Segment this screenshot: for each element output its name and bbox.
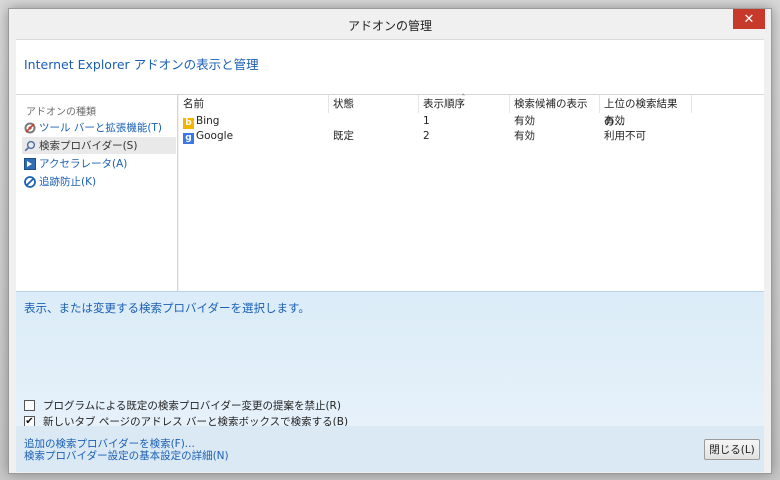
accelerator-icon xyxy=(24,157,36,170)
sidebar-item-label: 追跡防止(K) xyxy=(39,176,97,188)
toolbar-extensions-icon xyxy=(24,122,36,134)
search-icon xyxy=(24,140,36,152)
column-header-order[interactable]: 表示順序 ˆ xyxy=(419,94,510,113)
checkbox-block-suggestions[interactable]: プログラムによる既定の検索プロバイダー変更の提案を禁止(R) xyxy=(24,398,341,413)
sidebar-item-label: アクセラレータ(A) xyxy=(39,158,128,170)
cell-suggestions: 有効 xyxy=(514,115,535,127)
provider-settings-link[interactable]: 検索プロバイダー設定の基本設定の詳細(N) xyxy=(24,448,229,463)
window-title: アドオンの管理 xyxy=(347,19,432,33)
google-icon: g xyxy=(183,133,194,144)
footer: 追加の検索プロバイダーを検索(F)... 検索プロバイダー設定の基本設定の詳細(… xyxy=(16,426,764,472)
column-header-status[interactable]: 状態 xyxy=(329,95,419,113)
cell-name: g Google xyxy=(179,129,233,144)
sidebar-item-search-providers[interactable]: 検索プロバイダー(S) xyxy=(22,137,176,154)
close-button[interactable]: 閉じる(L) xyxy=(704,439,760,460)
header-title: Internet Explorer アドオンの表示と管理 xyxy=(24,57,259,72)
sort-ascending-icon: ˆ xyxy=(461,94,466,104)
tracking-protection-icon xyxy=(24,175,36,188)
table-row[interactable]: b Bing 1 有効 有効 xyxy=(179,114,764,129)
cell-status xyxy=(329,114,333,129)
title-bar: アドオンの管理 ✕ xyxy=(9,9,771,39)
addon-types-panel: アドオンの種類 ツール バーと拡張機能(T) 検索プロバイダー(S) アクセラレ… xyxy=(16,95,178,291)
add-ons-window: アドオンの管理 ✕ Internet Explorer アドオンの表示と管理 ア… xyxy=(8,8,772,474)
table-row[interactable]: g Google 既定 2 有効 利用不可 xyxy=(179,129,764,144)
cell-order: 2 xyxy=(423,130,430,142)
provider-name: Bing xyxy=(196,115,220,127)
addon-types-label: アドオンの種類 xyxy=(26,107,96,118)
sidebar-item-tracking-protection[interactable]: 追跡防止(K) xyxy=(22,173,176,190)
cell-suggestions: 有効 xyxy=(514,130,535,142)
sidebar-item-accelerators[interactable]: アクセラレータ(A) xyxy=(22,155,176,172)
bing-icon: b xyxy=(183,118,194,129)
provider-name: Google xyxy=(196,130,234,142)
details-message: 表示、または変更する検索プロバイダーを選択します。 xyxy=(24,301,310,315)
sidebar-item-toolbars[interactable]: ツール バーと拡張機能(T) xyxy=(22,119,176,136)
column-header-order-label: 表示順序 xyxy=(423,98,465,110)
column-header-top-result[interactable]: 上位の検索結果の... xyxy=(600,95,692,128)
sidebar-item-label: 検索プロバイダー(S) xyxy=(39,140,138,152)
cell-top-result: 有効 xyxy=(604,115,625,127)
cell-status: 既定 xyxy=(333,130,354,142)
column-header-name[interactable]: 名前 xyxy=(179,95,329,113)
sidebar-item-label: ツール バーと拡張機能(T) xyxy=(39,122,162,134)
checkbox-unchecked[interactable] xyxy=(24,400,35,411)
checkbox-label: プログラムによる既定の検索プロバイダー変更の提案を禁止(R) xyxy=(43,400,341,412)
details-panel: 表示、または変更する検索プロバイダーを選択します。 プログラムによる既定の検索プ… xyxy=(16,291,764,428)
cell-order: 1 xyxy=(423,115,430,127)
search-providers-list: 名前 状態 表示順序 ˆ 検索候補の表示 上位の検索結果の... b Bing 1… xyxy=(179,94,764,291)
window-close-button[interactable]: ✕ xyxy=(733,9,765,29)
cell-top-result: 利用不可 xyxy=(604,130,646,142)
column-header-suggestions[interactable]: 検索候補の表示 xyxy=(510,95,600,113)
cell-name: b Bing xyxy=(179,114,219,129)
header-panel: Internet Explorer アドオンの表示と管理 xyxy=(16,39,764,95)
